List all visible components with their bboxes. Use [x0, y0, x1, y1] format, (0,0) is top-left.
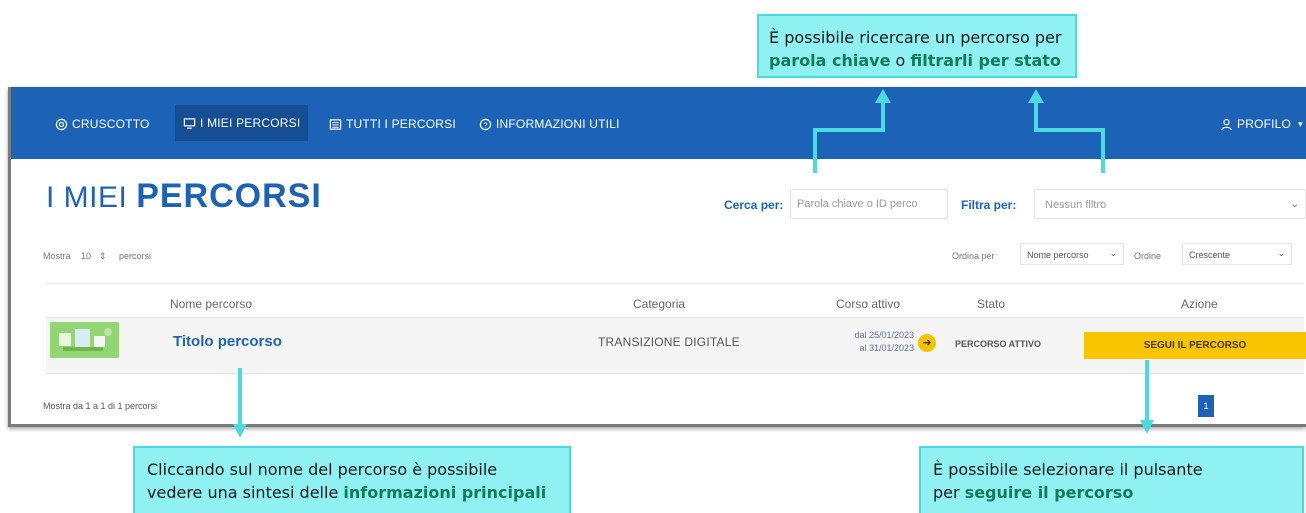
status-badge: PERCORSO ATTIVO	[955, 339, 1042, 349]
callout-title-line2: vedere una sintesi delle	[147, 483, 344, 502]
order-label: Ordine	[1134, 251, 1162, 261]
page-title-bold: PERCORSI	[136, 177, 322, 215]
date-from: dal 25/01/2023	[854, 330, 914, 340]
profile-menu[interactable]: PROFILO ▾	[1220, 116, 1303, 132]
nav-item-label: INFORMAZIONI UTILI	[496, 117, 620, 131]
monitor-icon	[183, 117, 196, 129]
callout-search: È possibile ricercare un percorso per pa…	[757, 14, 1077, 78]
divider	[46, 283, 1304, 284]
show-suffix: percorsi	[119, 251, 152, 261]
header-corso-attivo: Corso attivo	[836, 297, 901, 311]
callout-search-mid: o	[890, 51, 911, 70]
pagination-summary: Mostra da 1 a 1 di 1 percorsi	[43, 401, 158, 411]
arrow-right-icon: ➜	[918, 334, 936, 352]
course-dates: dal 25/01/2023 al 31/01/2023	[819, 329, 914, 355]
course-thumbnail	[50, 322, 119, 358]
help-circle-icon: ?	[479, 118, 492, 130]
page-title-light: I MIEI	[46, 181, 128, 214]
follow-course-button[interactable]: SEGUI IL PERCORSO	[1084, 332, 1306, 359]
header-categoria: Categoria	[633, 297, 686, 311]
sort-by-select[interactable]: Nome percorso ⌄	[1020, 243, 1124, 265]
top-navbar: CRUSCOTTO I MIEI PERCORSI TUTTI I PERCOR…	[11, 87, 1306, 159]
page-size-value: 10	[81, 251, 92, 261]
filter-value: Nessun filtro	[1045, 199, 1107, 211]
course-category: TRANSIZIONE DIGITALE	[598, 335, 740, 349]
callout-search-hl1: parola chiave	[769, 51, 891, 70]
callout-search-line1: È possibile ricercare un percorso per	[769, 28, 1062, 47]
search-label: Cerca per:	[724, 198, 784, 212]
app-window: CRUSCOTTO I MIEI PERCORSI TUTTI I PERCOR…	[8, 87, 1306, 427]
nav-item-miei-percorsi[interactable]: I MIEI PERCORSI	[175, 105, 309, 141]
order-value: Crescente	[1189, 250, 1231, 260]
callout-search-hl2: filtrarli per stato	[910, 51, 1061, 70]
header-nome-percorso: Nome percorso	[170, 297, 253, 311]
show-prefix: Mostra	[43, 251, 71, 261]
list-icon	[329, 118, 342, 130]
profile-label: PROFILO	[1237, 117, 1292, 131]
page-button-1[interactable]: 1	[1198, 395, 1214, 417]
page-title: I MIEI PERCORSI	[46, 177, 322, 216]
sort-by-label: Ordina per	[952, 251, 995, 261]
page-size-select[interactable]: 10 ⇕	[81, 251, 107, 262]
course-title-link[interactable]: Titolo percorso	[173, 333, 282, 350]
search-placeholder: Parola chiave o ID perco	[797, 198, 918, 210]
search-input[interactable]: Parola chiave o ID perco	[790, 189, 948, 219]
course-thumbnail-art	[50, 322, 119, 358]
sort-by-value: Nome percorso	[1027, 250, 1089, 260]
date-to: al 31/01/2023	[859, 343, 914, 353]
callout-action-line1: È possibile selezionare il pulsante	[933, 460, 1203, 479]
nav-item-informazioni-utili[interactable]: ? INFORMAZIONI UTILI	[479, 116, 620, 132]
nav-item-label: I MIEI PERCORSI	[200, 116, 301, 130]
filter-label: Filtra per:	[961, 198, 1017, 212]
svg-text:?: ?	[483, 120, 487, 129]
callout-action-line2: per	[933, 483, 965, 502]
caret-down-icon: ▾	[1298, 118, 1303, 129]
chevron-down-icon: ⌄	[1109, 248, 1117, 258]
header-azione: Azione	[1181, 297, 1218, 311]
chevron-down-icon: ⌄	[1290, 199, 1299, 210]
callout-action: È possibile selezionare il pulsante per …	[919, 446, 1304, 513]
nav-item-label: CRUSCOTTO	[72, 117, 150, 131]
target-icon	[55, 118, 68, 130]
callout-title-hl: informazioni principali	[343, 483, 547, 502]
order-select[interactable]: Crescente ⌄	[1182, 243, 1292, 265]
header-stato: Stato	[977, 297, 1006, 311]
stepper-icon: ⇕	[99, 251, 107, 261]
chevron-down-icon: ⌄	[1277, 248, 1285, 258]
nav-item-label: TUTTI I PERCORSI	[346, 117, 456, 131]
nav-item-cruscotto[interactable]: CRUSCOTTO	[55, 116, 150, 132]
callout-title: Cliccando sul nome del percorso è possib…	[133, 446, 571, 513]
user-icon	[1221, 118, 1232, 130]
nav-item-tutti-percorsi[interactable]: TUTTI I PERCORSI	[329, 116, 456, 132]
status-filter-select[interactable]: Nessun filtro ⌄	[1034, 189, 1306, 219]
callout-action-hl: seguire il percorso	[964, 483, 1134, 502]
callout-title-line1: Cliccando sul nome del percorso è possib…	[147, 460, 498, 479]
